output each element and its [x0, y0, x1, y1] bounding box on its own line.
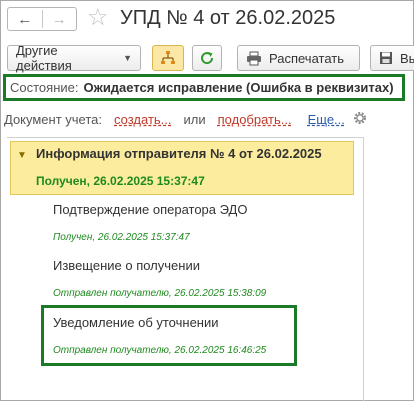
accounting-document-row: Документ учета: создать... или подобрать…: [4, 110, 374, 128]
tree-row-sender-info[interactable]: ▼ Информация отправителя № 4 от 26.02.20…: [10, 141, 354, 195]
gear-icon[interactable]: [352, 110, 368, 126]
printer-icon: [247, 51, 261, 65]
tree-row-title: Информация отправителя № 4 от 26.02.2025: [36, 146, 322, 161]
tree-row-status: Получен, 26.02.2025 15:37:47: [36, 174, 205, 188]
refresh-button[interactable]: [192, 45, 222, 71]
refresh-icon: [201, 52, 214, 65]
save-icon: [380, 52, 392, 64]
star-icon[interactable]: ☆: [87, 4, 109, 32]
arrow-right-icon: →: [51, 10, 67, 28]
back-button[interactable]: ←: [8, 8, 42, 30]
state-panel: Состояние: Ожидается исправление (Ошибка…: [3, 74, 405, 101]
tree-item-title[interactable]: Уведомление об уточнении: [53, 315, 219, 330]
create-link[interactable]: создать...: [114, 112, 172, 127]
pick-link[interactable]: подобрать...: [218, 112, 292, 127]
save-button[interactable]: Вы: [370, 45, 414, 71]
tree-item-status: Отправлен получателю, 26.02.2025 15:38:0…: [53, 288, 267, 299]
tree-item-status: Отправлен получателю, 26.02.2025 16:46:2…: [53, 345, 267, 356]
structure-button[interactable]: [152, 45, 184, 71]
tree-item-title[interactable]: Извещение о получении: [53, 258, 200, 273]
more-link[interactable]: Еще...: [308, 112, 345, 127]
other-actions-label: Другие действия: [16, 43, 72, 73]
page-title: УПД № 4 от 26.02.2025: [120, 7, 336, 29]
state-value: Ожидается исправление (Ошибка в реквизит…: [83, 80, 394, 95]
save-label: Вы: [400, 50, 414, 66]
hierarchy-icon: [161, 51, 175, 64]
print-button[interactable]: Распечатать: [237, 45, 360, 71]
history-nav: ← →: [7, 7, 77, 31]
state-label: Состояние:: [10, 80, 79, 95]
chevron-down-icon: ▼: [123, 53, 132, 63]
forward-button[interactable]: →: [43, 8, 77, 30]
accounting-document-label: Документ учета:: [4, 111, 103, 127]
arrow-left-icon: ←: [17, 10, 33, 28]
other-actions-button[interactable]: Другие действия ▼: [7, 43, 141, 73]
tree-item-title[interactable]: Подтверждение оператора ЭДО: [53, 202, 247, 217]
print-label: Распечатать: [269, 50, 345, 66]
tree-item-status: Получен, 26.02.2025 15:37:47: [53, 232, 190, 243]
triangle-down-icon[interactable]: ▼: [17, 150, 27, 161]
or-text: или: [183, 111, 206, 127]
